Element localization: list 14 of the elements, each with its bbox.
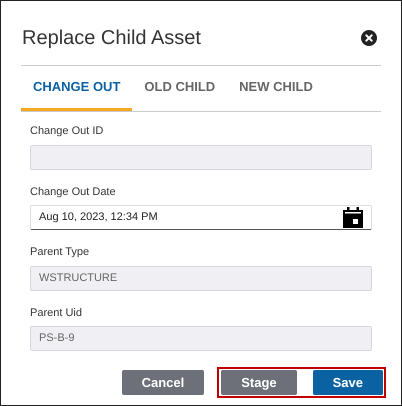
field-label: Change Out Date bbox=[30, 184, 117, 200]
calendar-icon[interactable] bbox=[343, 207, 363, 228]
action-button[interactable]: Stage bbox=[221, 370, 297, 395]
tab[interactable]: CHANGE OUT bbox=[21, 66, 132, 111]
field-label: Parent Type bbox=[30, 245, 90, 260]
field-label: Change Out ID bbox=[30, 124, 104, 139]
tab[interactable]: OLD CHILD bbox=[132, 66, 228, 111]
action-button[interactable]: Cancel bbox=[122, 370, 204, 395]
close-icon[interactable] bbox=[361, 30, 377, 46]
save-button[interactable]: Save bbox=[312, 370, 383, 395]
date-field[interactable]: Aug 10, 2023, 12:34 PM bbox=[30, 205, 372, 230]
tab[interactable]: NEW CHILD bbox=[227, 66, 325, 111]
dialog-title: Replace Child Asset bbox=[22, 26, 201, 51]
field-label: Parent Uid bbox=[30, 306, 83, 320]
